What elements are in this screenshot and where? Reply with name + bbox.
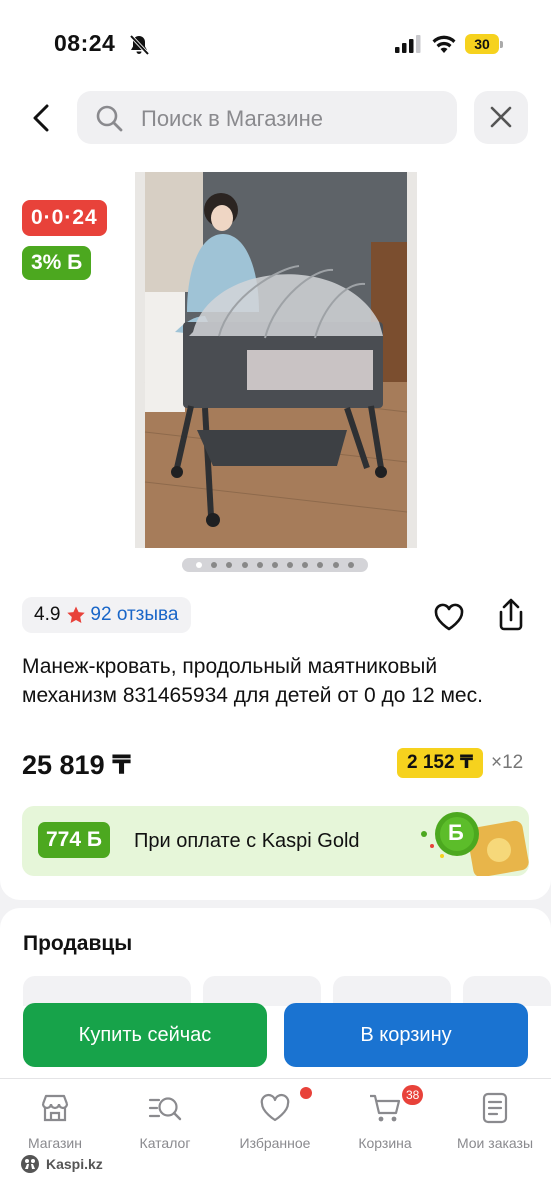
cart-badge-count: 38: [402, 1085, 424, 1105]
status-bar: 08:24 30: [0, 0, 551, 88]
search-icon: [96, 105, 123, 132]
rating-chip[interactable]: 4.9 92 отзыва: [22, 597, 191, 633]
pager-dot[interactable]: [196, 562, 203, 568]
star-icon: [67, 606, 86, 623]
search-placeholder: Поиск в Магазине: [141, 106, 323, 131]
installment-count: ×12: [491, 752, 524, 773]
pager-dot[interactable]: [317, 562, 324, 568]
rating-value: 4.9: [34, 604, 61, 625]
buy-now-button[interactable]: Купить сейчас: [23, 1003, 267, 1067]
shop-icon: [41, 1094, 69, 1122]
heart-icon: [260, 1093, 290, 1122]
status-time: 08:24: [54, 30, 116, 56]
bell-muted-icon: [129, 34, 150, 56]
seller-filter-tab[interactable]: [23, 976, 191, 1006]
tab-label: Мои заказы: [456, 1135, 534, 1151]
catalog-icon: [148, 1097, 182, 1121]
cellular-signal-icon: [395, 35, 421, 53]
gold-bonus-amount: 774 Б: [38, 822, 110, 858]
kaspi-logo-icon: [21, 1155, 39, 1173]
pager-dot[interactable]: [332, 562, 339, 568]
seller-filter-tab[interactable]: [203, 976, 321, 1006]
pager-dot[interactable]: [347, 562, 354, 568]
kaspi-gold-banner[interactable]: 774 Б При оплате с Kaspi Gold Б: [22, 806, 529, 876]
bottom-tab-bar: Магазин Каталог Избранное 38 Корзина Мои…: [0, 1078, 551, 1200]
pager-dot[interactable]: [241, 562, 248, 568]
orders-icon: [482, 1092, 508, 1124]
sellers-title: Продавцы: [23, 932, 133, 955]
battery-indicator: 30: [465, 34, 503, 54]
kaspi-gold-card-illustration: [421, 812, 529, 876]
seller-filter-tab[interactable]: [333, 976, 451, 1006]
close-icon: [490, 106, 512, 128]
seller-filter-tab[interactable]: [463, 976, 551, 1006]
pager-dot[interactable]: [256, 562, 263, 568]
bassinet-illustration: [135, 172, 417, 548]
tab-orders[interactable]: Мои заказы: [440, 1091, 550, 1151]
add-to-favorites-button[interactable]: [433, 602, 465, 632]
add-to-cart-button[interactable]: В корзину: [284, 1003, 528, 1067]
product-price: 25 819 ₸: [22, 750, 131, 780]
gold-coin-glyph: Б: [448, 820, 464, 845]
share-button[interactable]: [495, 598, 527, 632]
installment-promo-badge: 0·0·24: [22, 200, 107, 236]
tab-catalog[interactable]: Каталог: [110, 1091, 220, 1151]
back-button[interactable]: [22, 98, 62, 138]
share-icon: [499, 598, 523, 631]
pager-dot[interactable]: [287, 562, 294, 568]
tab-label: Каталог: [139, 1135, 191, 1151]
tab-label: Избранное: [239, 1135, 311, 1151]
chevron-left-icon: [33, 104, 49, 132]
search-input[interactable]: Поиск в Магазине: [77, 91, 457, 144]
battery-level: 30: [465, 34, 499, 54]
tab-cart[interactable]: 38 Корзина: [330, 1085, 440, 1151]
tab-label: Магазин: [27, 1135, 82, 1151]
reviews-link[interactable]: 92 отзыва: [90, 604, 178, 626]
top-nav: Поиск в Магазине: [0, 88, 551, 152]
product-card: 0·0·24 3% Б 4.9 92 отзыва Манеж-кровать,…: [0, 152, 551, 900]
gold-banner-text: При оплате с Kaspi Gold: [134, 830, 360, 852]
wifi-icon: [432, 35, 456, 53]
product-image[interactable]: [135, 172, 417, 548]
kaspi-watermark: Kaspi.kz: [20, 1153, 103, 1175]
tab-shop[interactable]: Магазин: [0, 1091, 110, 1151]
product-title: Манеж-кровать, продольный маятниковый ме…: [22, 655, 483, 707]
favorites-badge-dot: [300, 1087, 312, 1099]
pager-dot[interactable]: [271, 562, 278, 568]
bonus-percent-badge: 3% Б: [22, 246, 92, 280]
watermark-text: Kaspi.kz: [46, 1156, 103, 1172]
pager-dot[interactable]: [211, 562, 218, 568]
heart-icon: [434, 603, 464, 631]
tab-label: Корзина: [358, 1135, 412, 1151]
image-pager[interactable]: [182, 558, 368, 572]
pager-dot[interactable]: [302, 562, 309, 568]
close-button[interactable]: [474, 91, 528, 144]
cart-icon: [370, 1094, 401, 1122]
installment-amount: 2 152 ₸: [397, 748, 484, 778]
tab-favorites[interactable]: Избранное: [220, 1087, 330, 1151]
pager-dot[interactable]: [226, 562, 233, 568]
